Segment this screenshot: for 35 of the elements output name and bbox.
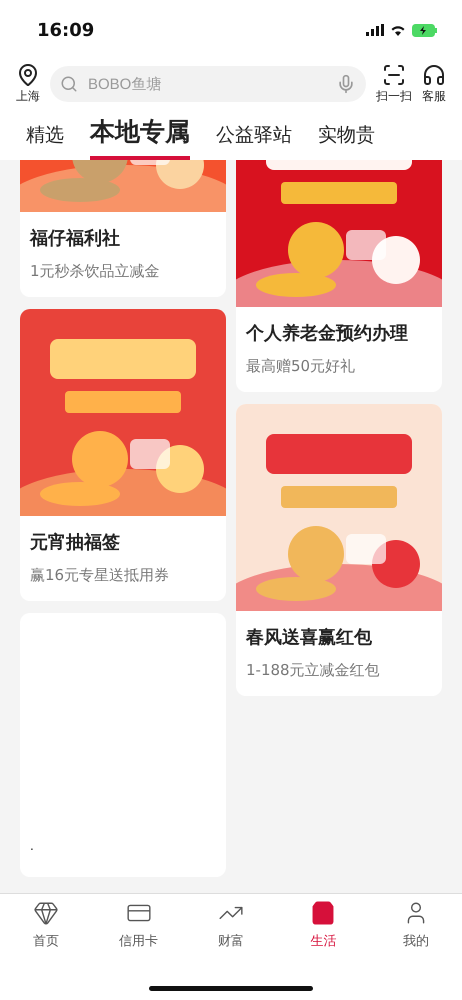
promo-card[interactable]: 元宵抽福签 赢16元专星送抵用券 [20,309,226,601]
nav-tab[interactable]: 信用卡 [104,900,174,960]
promo-card[interactable]: 春风送喜赢红包 1-188元立减金红包 [236,404,442,696]
status-time: 16:09 [37,20,94,40]
card-title: 元宵抽福签 [29,531,121,554]
nav-tab[interactable]: 生活 [288,900,358,960]
nav-tab[interactable]: 我的 [380,900,451,960]
promo-card[interactable]: 个人养老金预约办理 最高赠50元好礼 [236,160,442,392]
search-bar[interactable]: BOBO鱼塘 [50,66,366,102]
location-pin-icon[interactable] [16,63,40,87]
category-tab[interactable]: 公益驿站 [216,122,292,160]
signal-icon [366,24,384,36]
card-title: 春风送喜赢红包 [244,626,373,649]
card-note: . [30,839,34,853]
search-field[interactable]: BOBO鱼塘 [86,74,328,94]
card-subtitle: 最高赠50元好礼 [245,356,356,377]
card-title: 个人养老金预约办理 [244,322,409,345]
battery-icon [412,24,438,36]
nav-tab[interactable]: 首页 [11,900,82,960]
diamond-icon [33,900,60,926]
card-subtitle: 1-188元立减金红包 [245,660,381,681]
location-label[interactable]: 上海 [16,88,40,105]
search-icon [60,75,78,93]
headset-icon[interactable] [422,63,446,87]
card-subtitle: 1元秒杀饮品立减金 [29,261,161,282]
action-label[interactable]: 客服 [422,88,446,105]
action-label[interactable]: 扫一扫 [376,88,412,105]
category-tab[interactable]: 精选 [26,122,64,160]
nav-tab[interactable]: 财富 [196,900,266,960]
card-subtitle: 赢16元专星送抵用券 [29,565,170,586]
card-title: 福仔福利社 [28,227,121,250]
scan-icon[interactable] [382,63,406,87]
category-tab[interactable]: 实物贵 [318,122,375,160]
wifi-icon [390,24,406,36]
promo-card[interactable]: 福仔福利社 1元秒杀饮品立减金 [20,160,226,297]
